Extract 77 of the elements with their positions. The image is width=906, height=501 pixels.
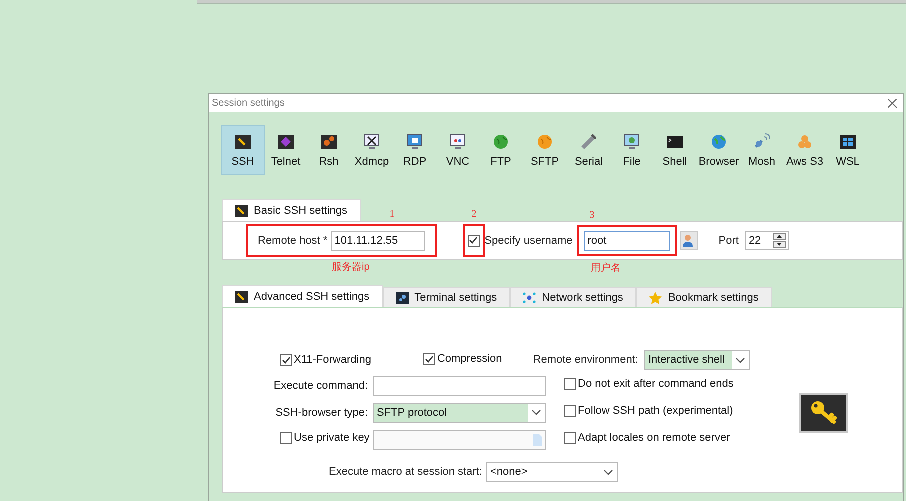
up-arrow-icon[interactable] [776, 235, 782, 238]
protocol-button[interactable]: Mosh [741, 125, 783, 175]
checkbox-label: X11-Forwarding [294, 354, 372, 366]
globe-icon [536, 133, 554, 151]
annotation-number: 3 [590, 210, 595, 221]
windows-icon [839, 133, 857, 151]
execute-command-field[interactable] [373, 376, 546, 396]
checkbox-label: Follow SSH path (experimental) [578, 405, 734, 417]
protocol-button[interactable]: SFTP [523, 125, 567, 175]
protocol-button[interactable]: Serial [567, 125, 611, 175]
terminal-icon [396, 292, 409, 304]
gem-icon [277, 133, 295, 151]
protocol-button[interactable]: Telnet [265, 125, 307, 175]
gears-icon [320, 133, 338, 151]
checkbox[interactable] [564, 378, 576, 390]
checkbox[interactable] [280, 432, 292, 444]
down-arrow-icon[interactable] [776, 243, 782, 246]
protocol-button[interactable]: FTP [479, 125, 523, 175]
monitor-icon [449, 133, 467, 151]
checkbox[interactable] [423, 353, 436, 366]
remote-environment-dropdown[interactable]: Interactive shell [644, 350, 750, 370]
checkbox-label: Adapt locales on remote server [578, 432, 730, 444]
settings-tab[interactable]: Basic SSH settings [222, 199, 361, 221]
checkbox-label: Compression [437, 353, 502, 366]
annotation-number: 1 [390, 209, 395, 220]
checkbox[interactable] [564, 405, 576, 417]
cubes-icon [796, 133, 814, 151]
field-label: Port [718, 234, 739, 246]
key-button[interactable] [799, 393, 848, 433]
monitor-icon [363, 133, 381, 151]
field-label: Remote host * [258, 234, 328, 246]
network-icon [523, 292, 536, 304]
checkbox-label: Specify username [484, 234, 573, 246]
globe-icon [492, 133, 510, 151]
checkbox[interactable] [468, 234, 480, 246]
protocol-button[interactable]: Browser [697, 125, 741, 175]
user-icon [682, 234, 696, 247]
username-field[interactable]: root [584, 230, 670, 250]
settings-tab[interactable]: Bookmark settings [636, 287, 772, 307]
field-label: Execute command: [274, 380, 368, 392]
user-button[interactable] [680, 231, 698, 250]
monitor-icon [406, 133, 424, 151]
satellite-icon [753, 133, 771, 151]
field-label: Remote environment: [533, 354, 638, 366]
checkbox[interactable] [280, 354, 292, 366]
protocol-button[interactable]: Shell [653, 125, 697, 175]
ssh-browser-dropdown[interactable]: SFTP protocol [373, 402, 546, 422]
macro-dropdown[interactable]: <none> [486, 462, 618, 482]
annotation-caption: 用户名 [590, 262, 621, 275]
protocol-button[interactable]: Aws S3 [783, 125, 827, 175]
protocol-button[interactable]: SSH [221, 125, 265, 175]
remote-host-field[interactable]: 101.11.12.55 [330, 230, 425, 250]
settings-tab[interactable]: Advanced SSH settings [222, 285, 383, 307]
star-icon [649, 292, 662, 304]
window-title: Session settings [212, 98, 285, 108]
protocol-button[interactable]: VNC [437, 125, 479, 175]
close-icon[interactable] [888, 98, 897, 108]
settings-tab[interactable]: Network settings [510, 287, 636, 307]
protocol-button[interactable]: Rsh [307, 125, 351, 175]
settings-tab[interactable]: Terminal settings [382, 287, 510, 307]
field-label: Execute macro at session start: [329, 466, 482, 478]
terminal-icon [666, 133, 684, 151]
checkbox-label: Do not exit after command ends [578, 378, 734, 390]
protocol-button[interactable]: WSL [827, 125, 869, 175]
protocol-button[interactable]: RDP [393, 125, 437, 175]
private-key-field[interactable] [373, 430, 546, 450]
annotation-number: 2 [472, 209, 477, 220]
monitor-icon [623, 133, 641, 151]
plug-icon [580, 133, 598, 151]
port-spinbox[interactable]: 22 [744, 231, 789, 250]
field-label: SSH-browser type: [276, 406, 368, 418]
protocol-button[interactable]: Xdmcp [351, 125, 393, 175]
globe-icon [710, 133, 728, 151]
protocol-button[interactable]: File [611, 125, 653, 175]
checkbox[interactable] [564, 432, 576, 444]
annotation-caption: 服务器ip [332, 261, 370, 274]
checkbox-label: Use private key [294, 432, 370, 444]
